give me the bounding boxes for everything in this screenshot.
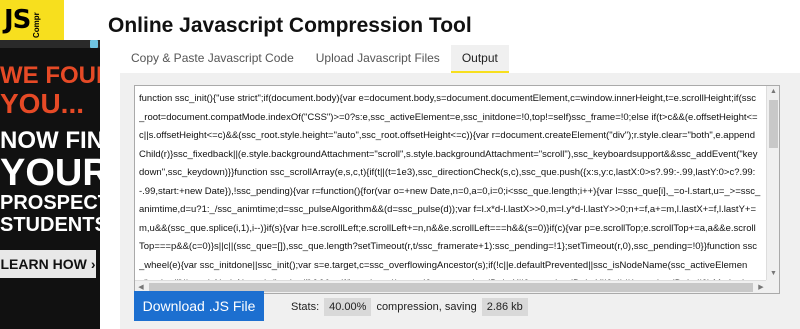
ad-headline-line4: YOUR xyxy=(0,152,100,194)
scrollbar-corner xyxy=(766,280,779,293)
compression-percent: 40.00% xyxy=(324,298,372,316)
scroll-down-arrow-icon[interactable]: ▼ xyxy=(767,268,779,280)
ad-headline-line2: YOU... xyxy=(0,88,85,119)
vertical-scroll-thumb[interactable] xyxy=(769,100,778,148)
logo-subtext: Compr xyxy=(32,12,42,38)
tab-upload-files[interactable]: Upload Javascript Files xyxy=(305,45,451,73)
logo-mark: JS xyxy=(4,5,31,35)
ad-headline-line1: WE FOUND xyxy=(0,62,100,89)
stats-label: Stats: xyxy=(291,301,320,313)
vertical-scrollbar[interactable]: ▲ ▼ xyxy=(766,86,779,280)
download-js-button[interactable]: Download .JS File xyxy=(134,291,264,321)
ad-top-bar xyxy=(0,40,100,48)
ad-button-label: LEARN HOW xyxy=(0,256,87,272)
saving-size: 2.86 kb xyxy=(481,298,528,316)
output-panel: function ssc_init(){"use strict";if(docu… xyxy=(120,73,800,329)
site-logo[interactable]: JS Compr xyxy=(0,0,64,40)
output-textarea[interactable]: function ssc_init(){"use strict";if(docu… xyxy=(134,85,780,294)
page-title: Online Javascript Compression Tool xyxy=(108,14,472,37)
chevron-right-icon: › xyxy=(90,256,96,272)
advertisement-banner[interactable]: WE FOUND YOU... NOW FIND YOUR PROSPECTIV… xyxy=(0,40,100,329)
ad-headline-line6: STUDENTS xyxy=(0,214,100,236)
compressed-code[interactable]: function ssc_init(){"use strict";if(docu… xyxy=(139,90,761,290)
scroll-up-arrow-icon[interactable]: ▲ xyxy=(767,86,779,98)
stats-middle-text: compression, saving xyxy=(376,301,477,313)
adchoices-icon[interactable] xyxy=(90,40,98,48)
compression-stats: Stats: 40.00% compression, saving 2.86 k… xyxy=(291,298,528,316)
tab-output[interactable]: Output xyxy=(450,45,509,73)
tab-copy-paste[interactable]: Copy & Paste Javascript Code xyxy=(120,45,305,73)
ad-headline-line3: NOW FIND xyxy=(0,127,100,154)
tab-bar: Copy & Paste Javascript Code Upload Java… xyxy=(120,45,509,73)
ad-learn-how-button[interactable]: LEARN HOW › xyxy=(0,250,96,278)
ad-headline-line5: PROSPECTIVE xyxy=(0,192,100,214)
